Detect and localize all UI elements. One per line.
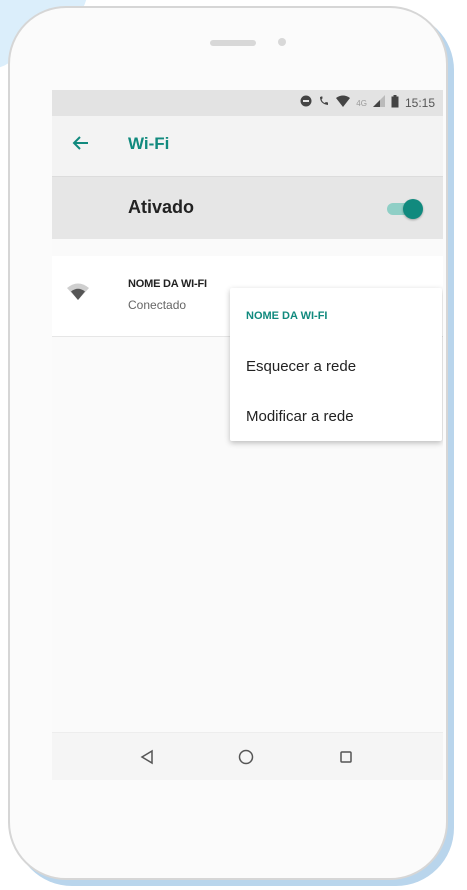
forget-network-menu-item[interactable]: Esquecer a rede — [230, 344, 442, 388]
front-camera — [278, 38, 286, 46]
phone-frame: 4G 15:15 Wi-Fi Ativado NOME DA WI-FI Con… — [8, 6, 448, 880]
network-name: NOME DA WI-FI — [128, 278, 207, 290]
network-status: Conectado — [128, 298, 187, 312]
earpiece — [210, 40, 256, 46]
wifi-master-switch-row[interactable]: Ativado — [52, 177, 443, 239]
screenshot-stage: 4G 15:15 Wi-Fi Ativado NOME DA WI-FI Con… — [0, 0, 467, 890]
menu-item-label: Modificar a rede — [246, 408, 354, 425]
menu-item-label: Esquecer a rede — [246, 358, 357, 375]
recent-square-icon[interactable] — [334, 745, 358, 769]
system-nav-bar — [52, 732, 443, 780]
status-bar: 4G 15:15 — [52, 90, 443, 116]
context-menu-title: NOME DA WI-FI — [246, 310, 328, 322]
wifi-switch-label: Ativado — [128, 197, 195, 217]
home-circle-icon[interactable] — [234, 745, 258, 769]
wifi-status-icon — [336, 95, 351, 111]
modify-network-menu-item[interactable]: Modificar a rede — [230, 394, 442, 438]
phone-screen: 4G 15:15 Wi-Fi Ativado NOME DA WI-FI Con… — [52, 90, 443, 780]
lte-icon: 4G — [356, 98, 367, 108]
wifi-toggle[interactable] — [385, 199, 423, 219]
call-icon — [318, 95, 330, 111]
wifi-signal-icon — [66, 282, 90, 302]
dnd-icon — [300, 95, 312, 111]
toggle-thumb — [403, 199, 423, 219]
page-title: Wi-Fi — [128, 134, 170, 153]
app-bar: Wi-Fi — [52, 116, 443, 177]
status-icons: 4G 15:15 — [300, 94, 435, 112]
signal-icon — [372, 95, 385, 111]
battery-icon — [391, 94, 399, 112]
network-context-menu: NOME DA WI-FI Esquecer a rede Modificar … — [230, 288, 442, 441]
back-triangle-icon[interactable] — [136, 745, 160, 769]
arrow-left-icon[interactable] — [70, 132, 94, 156]
status-time: 15:15 — [404, 96, 435, 110]
